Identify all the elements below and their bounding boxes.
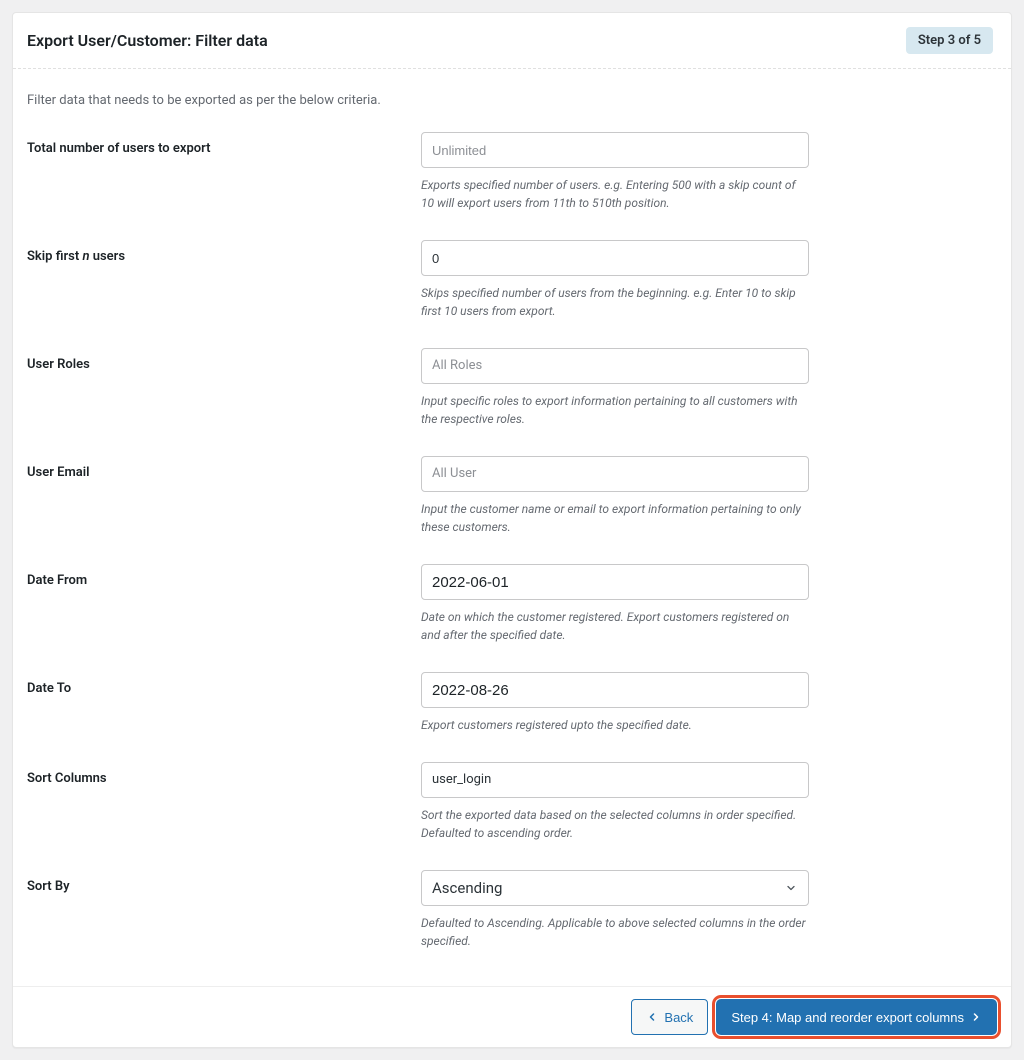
sort-columns-input[interactable]: user_login [421,762,809,798]
chevron-left-icon [646,1011,658,1023]
export-filter-card: Export User/Customer: Filter data Step 3… [12,12,1012,1048]
sort-by-value: Ascending [432,878,502,898]
help-skip-users: Skips specified number of users from the… [421,284,809,320]
label-skip-users: Skip first n users [27,240,421,264]
skip-users-input[interactable] [421,240,809,276]
chevron-down-icon [784,881,798,895]
next-step-button[interactable]: Step 4: Map and reorder export columns [716,999,997,1035]
help-user-email: Input the customer name or email to expo… [421,500,809,536]
page-title: Export User/Customer: Filter data [27,31,268,50]
label-user-email: User Email [27,456,421,480]
card-body: Filter data that needs to be exported as… [13,69,1011,986]
user-roles-input[interactable]: All Roles [421,348,809,384]
row-user-roles: User Roles All Roles Input specific role… [27,348,997,428]
label-total-users: Total number of users to export [27,132,421,156]
sort-by-select[interactable]: Ascending [421,870,809,906]
help-date-to: Export customers registered upto the spe… [421,716,809,734]
chevron-right-icon [970,1011,982,1023]
card-header: Export User/Customer: Filter data Step 3… [13,13,1011,69]
label-user-roles: User Roles [27,348,421,372]
row-date-from: Date From Date on which the customer reg… [27,564,997,644]
row-sort-by: Sort By Ascending Defaulted to Ascending… [27,870,997,950]
help-sort-columns: Sort the exported data based on the sele… [421,806,809,842]
user-email-input[interactable]: All User [421,456,809,492]
date-to-input[interactable] [421,672,809,708]
date-from-input[interactable] [421,564,809,600]
help-date-from: Date on which the customer registered. E… [421,608,809,644]
back-button-label: Back [664,1010,693,1025]
label-sort-by: Sort By [27,870,421,894]
label-sort-columns: Sort Columns [27,762,421,786]
help-sort-by: Defaulted to Ascending. Applicable to ab… [421,914,809,950]
help-total-users: Exports specified number of users. e.g. … [421,176,809,212]
row-skip-users: Skip first n users Skips specified numbe… [27,240,997,320]
label-date-to: Date To [27,672,421,696]
row-total-users: Total number of users to export Exports … [27,132,997,212]
total-users-input[interactable] [421,132,809,168]
back-button[interactable]: Back [631,999,708,1035]
step-badge: Step 3 of 5 [906,27,993,54]
next-step-label: Step 4: Map and reorder export columns [731,1010,964,1025]
label-date-from: Date From [27,564,421,588]
card-footer: Back Step 4: Map and reorder export colu… [13,986,1011,1047]
row-sort-columns: Sort Columns user_login Sort the exporte… [27,762,997,842]
help-user-roles: Input specific roles to export informati… [421,392,809,428]
row-user-email: User Email All User Input the customer n… [27,456,997,536]
filter-description: Filter data that needs to be exported as… [27,93,997,108]
row-date-to: Date To Export customers registered upto… [27,672,997,734]
